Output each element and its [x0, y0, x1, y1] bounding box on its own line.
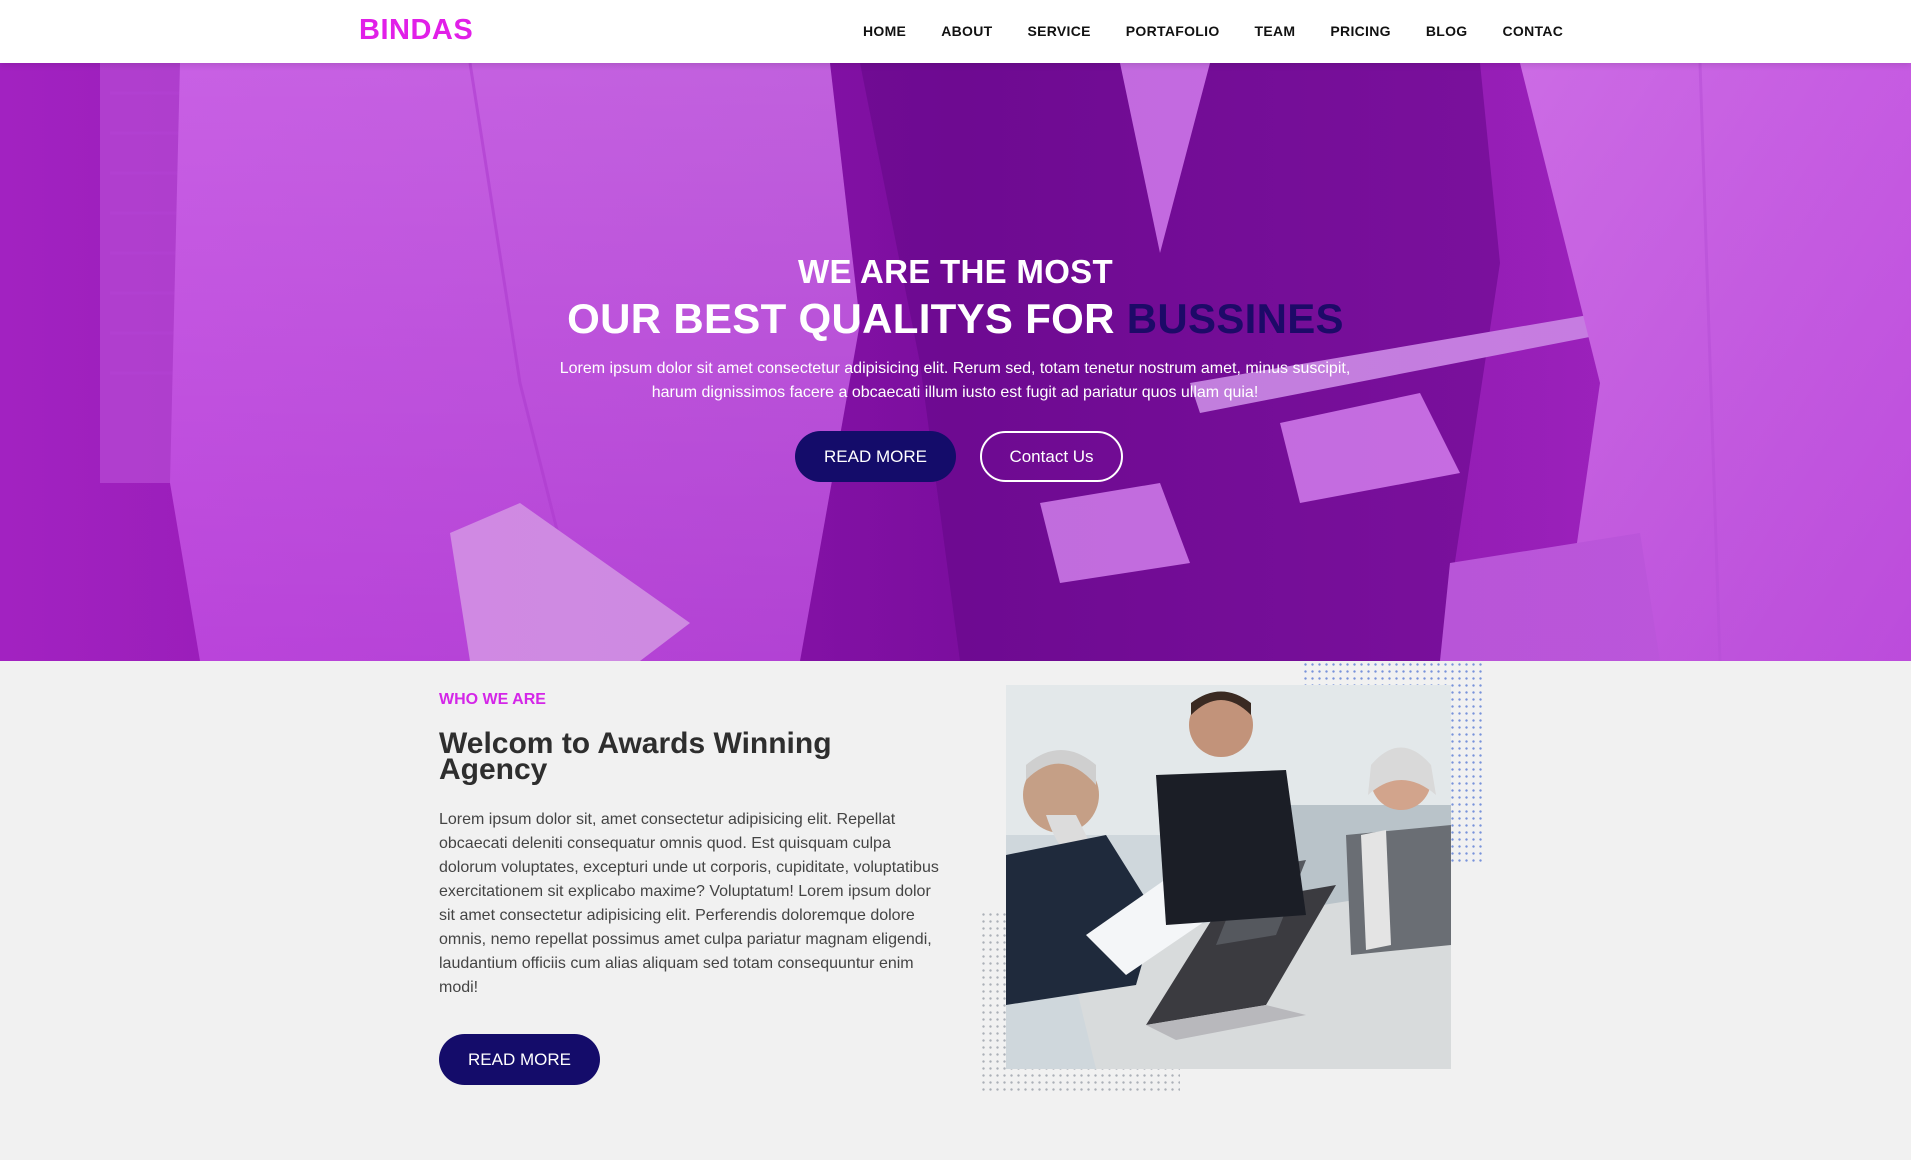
navbar: BINDAS HOME ABOUT SERVICE PORTAFOLIO TEA…: [0, 0, 1911, 63]
about-title: Welcom to Awards Winning Agency: [439, 727, 832, 786]
hero-title-main: OUR BEST QUALITYS FOR: [567, 295, 1127, 342]
hero-read-more-button[interactable]: READ MORE: [795, 431, 956, 482]
nav-item-portafolio[interactable]: PORTAFOLIO: [1126, 23, 1220, 39]
hero-description-line-1: Lorem ipsum dolor sit amet consectetur a…: [559, 360, 1351, 377]
nav-item-team[interactable]: TEAM: [1255, 23, 1296, 39]
brand-logo[interactable]: BINDAS: [359, 14, 473, 47]
nav-item-blog[interactable]: BLOG: [1426, 23, 1468, 39]
about-eyebrow: WHO WE ARE: [439, 691, 546, 708]
hero-section: WE ARE THE MOST OUR BEST QUALITYS FOR BU…: [0, 63, 1911, 661]
hero-kicker: WE ARE THE MOST: [798, 253, 1113, 290]
hero-description-line-2: harum dignissimos facere a obcaecati ill…: [651, 384, 1259, 401]
hero-description: Lorem ipsum dolor sit amet consectetur a…: [555, 357, 1355, 405]
hero-contact-us-button[interactable]: Contact Us: [980, 431, 1123, 482]
nav-item-about[interactable]: ABOUT: [941, 23, 992, 39]
team-meeting-illustration: [1006, 685, 1451, 1069]
main-nav: HOME ABOUT SERVICE PORTAFOLIO TEAM PRICI…: [863, 23, 1563, 39]
nav-item-service[interactable]: SERVICE: [1027, 23, 1090, 39]
nav-item-contac[interactable]: CONTAC: [1503, 23, 1564, 39]
hero-title: OUR BEST QUALITYS FOR BUSSINES: [0, 295, 1911, 343]
hero-content: WE ARE THE MOST OUR BEST QUALITYS FOR BU…: [0, 63, 1911, 661]
nav-item-home[interactable]: HOME: [863, 23, 906, 39]
about-section: WHO WE ARE Welcom to Awards Winning Agen…: [0, 661, 1911, 1160]
nav-item-pricing[interactable]: PRICING: [1330, 23, 1390, 39]
about-description: Lorem ipsum dolor sit, amet consectetur …: [439, 811, 939, 996]
about-read-more-button[interactable]: READ MORE: [439, 1034, 600, 1085]
team-meeting-photo: [1006, 685, 1451, 1069]
hero-title-highlight: BUSSINES: [1126, 295, 1344, 342]
